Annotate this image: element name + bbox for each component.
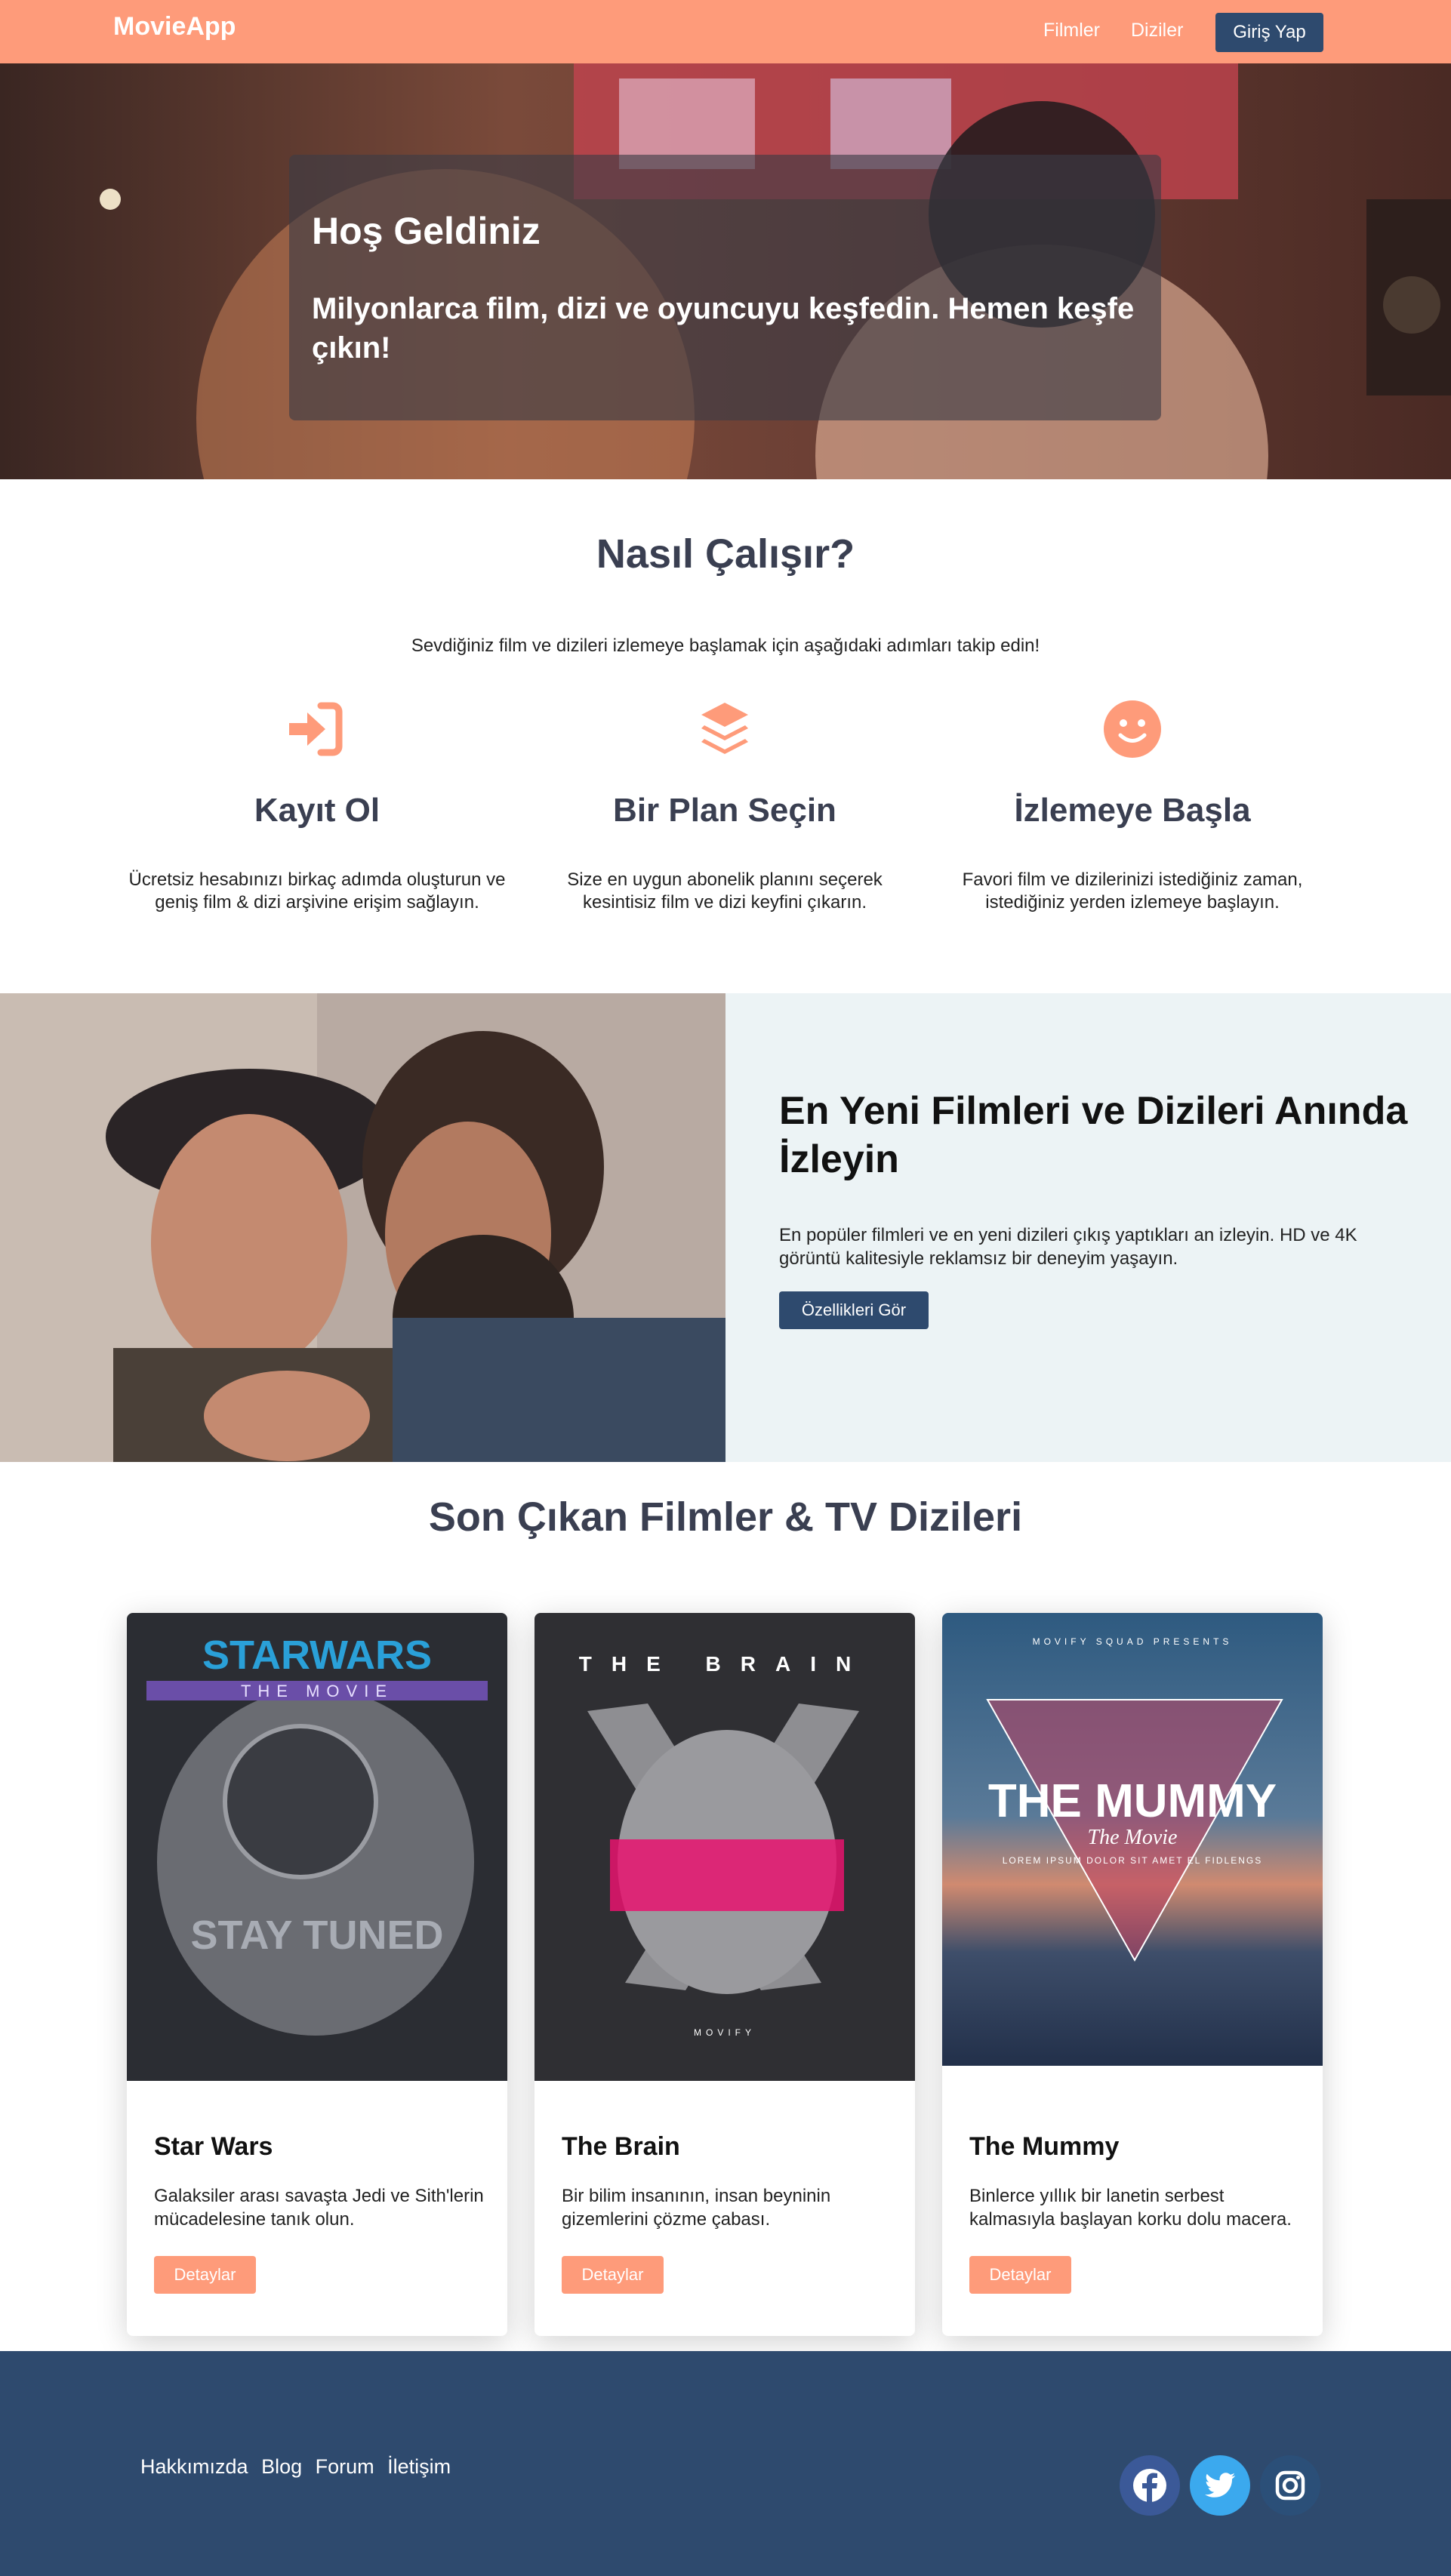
feature-panel: En Yeni Filmleri ve Dizileri Anında İzle… [726, 993, 1451, 1462]
step-watch: İzlemeye Başla Favori film ve dizilerini… [929, 698, 1336, 914]
poster-title: THE MUMMY [988, 1775, 1277, 1827]
footer-link-about[interactable]: Hakkımızda [140, 2455, 248, 2478]
card-title: The Brain [562, 2132, 680, 2161]
step-text: Favori film ve dizilerinizi istediğiniz … [962, 869, 1303, 913]
poster-tagline: LOREM IPSUM DOLOR SIT AMET EL FIDLENGS [1003, 1855, 1263, 1866]
nav-link-series[interactable]: Diziler [1131, 20, 1183, 42]
poster-title: THE BRAIN [579, 1652, 870, 1676]
step-title: İzlemeye Başla [1014, 792, 1251, 829]
features-button[interactable]: Özellikleri Gör [779, 1291, 929, 1329]
layers-icon [701, 703, 748, 754]
card-title: Star Wars [154, 2132, 273, 2161]
how-it-works-title: Nasıl Çalışır? [596, 531, 855, 577]
feature-text: En popüler filmleri ve en yeni dizileri … [779, 1225, 1357, 1269]
hero-title: Hoş Geldiniz [312, 210, 541, 252]
feature-title: En Yeni Filmleri ve Dizileri Anında İzle… [779, 1089, 1408, 1181]
poster-tagline: STAY TUNED [190, 1913, 443, 1958]
footer-links: Hakkımızda Blog Forum İletişim [140, 2455, 458, 2479]
footer: Hakkımızda Blog Forum İletişim [0, 2351, 1451, 2576]
step-text: Ücretsiz hesabınızı birkaç adımda oluştu… [128, 869, 506, 913]
starwars-poster[interactable]: STARWARS THE MOVIE STAY TUNED [127, 1613, 507, 2081]
twitter-icon[interactable] [1190, 2455, 1250, 2516]
footer-link-contact[interactable]: İletişim [387, 2455, 451, 2478]
hero-overlay-box: Hoş Geldiniz Milyonlarca film, dizi ve o… [289, 155, 1161, 420]
hero-section: Hoş Geldiniz Milyonlarca film, dizi ve o… [0, 63, 1451, 479]
step-text: Size en uygun abonelik planını seçerek k… [567, 869, 883, 913]
step-title: Kayıt Ol [254, 792, 380, 829]
details-button[interactable]: Detaylar [562, 2256, 664, 2294]
card-text: Bir bilim insanının, insan beyninin gize… [562, 2186, 831, 2230]
footer-link-blog[interactable]: Blog [261, 2455, 302, 2478]
nav-link-films[interactable]: Filmler [1043, 20, 1100, 42]
movie-card: STARWARS THE MOVIE STAY TUNED Star Wars … [127, 1613, 507, 2336]
card-title: The Mummy [969, 2132, 1120, 2161]
navbar: MovieApp Filmler Diziler Giriş Yap [0, 0, 1451, 63]
details-button[interactable]: Detaylar [969, 2256, 1071, 2294]
movie-card: THE BRAIN MOVIFY The Brain Bir bilim ins… [534, 1613, 915, 2336]
login-button[interactable]: Giriş Yap [1215, 13, 1323, 52]
movie-card: MOVIFY SQUAD PRESENTS THE MUMMY The Movi… [942, 1613, 1323, 2336]
poster-subtitle: THE MOVIE [241, 1682, 393, 1700]
card-text: Galaksiler arası savaşta Jedi ve Sith'le… [154, 2186, 484, 2230]
latest-title: Son Çıkan Filmler & TV Dizileri [428, 1494, 1023, 1540]
thebrain-poster[interactable]: THE BRAIN MOVIFY [534, 1613, 915, 2081]
footer-link-forum[interactable]: Forum [316, 2455, 374, 2478]
smile-icon [1104, 700, 1161, 758]
card-text: Binlerce yıllık bir lanetin serbest kalm… [969, 2186, 1292, 2230]
details-button[interactable]: Detaylar [154, 2256, 256, 2294]
how-it-works-subtitle: Sevdiğiniz film ve dizileri izlemeye baş… [411, 636, 1040, 656]
sign-in-icon [289, 702, 343, 756]
brand-logo[interactable]: MovieApp [113, 12, 236, 42]
facebook-icon[interactable] [1120, 2455, 1180, 2516]
step-title: Bir Plan Seçin [613, 792, 836, 829]
instagram-icon[interactable] [1260, 2455, 1320, 2516]
poster-title: STARWARS [202, 1633, 432, 1678]
poster-subtitle: The Movie [1088, 1826, 1178, 1849]
step-plan: Bir Plan Seçin Size en uygun abonelik pl… [521, 698, 929, 914]
step-signup: Kayıt Ol Ücretsiz hesabınızı birkaç adım… [113, 698, 521, 914]
themummy-poster[interactable]: MOVIFY SQUAD PRESENTS THE MUMMY The Movi… [942, 1613, 1323, 2066]
poster-label: MOVIFY [694, 2027, 756, 2038]
poster-presenter: MOVIFY SQUAD PRESENTS [1033, 1636, 1233, 1647]
couple-photo [0, 993, 726, 1462]
hero-subtitle: Milyonlarca film, dizi ve oyuncuyu keşfe… [312, 292, 1135, 365]
